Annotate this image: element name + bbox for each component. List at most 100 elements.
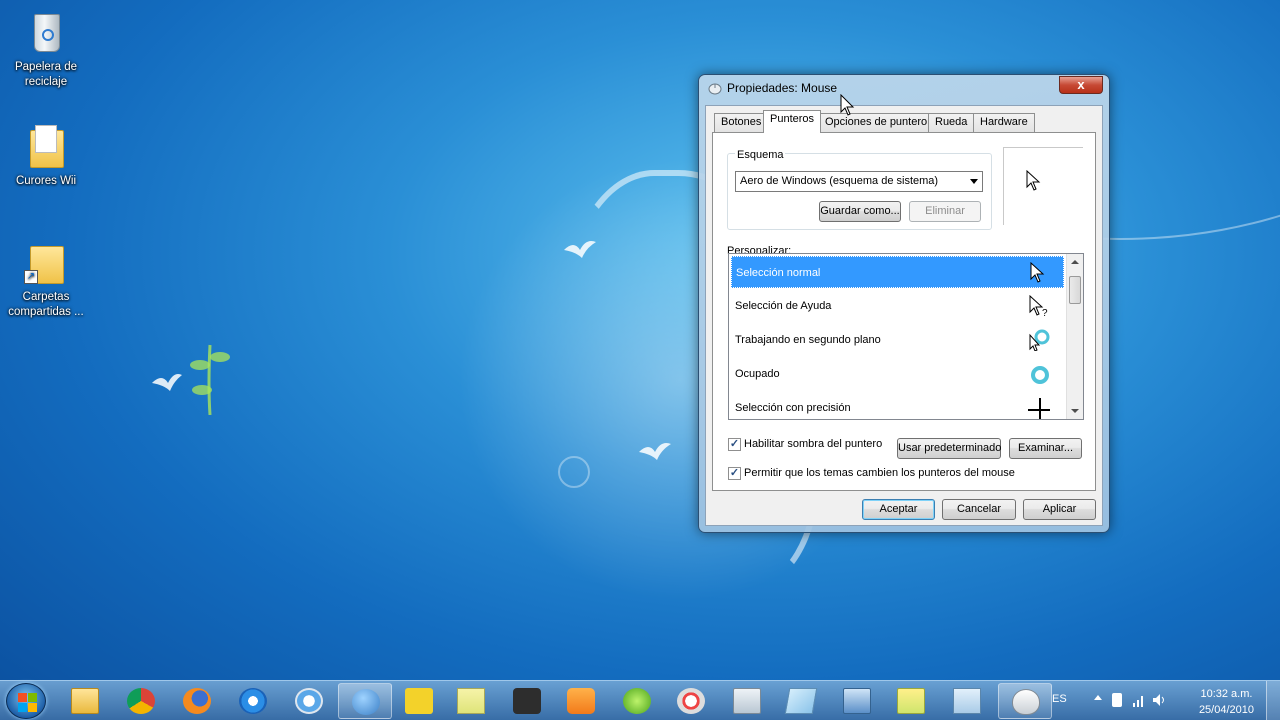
system-tray: ES 10:32 a.m. 25/04/2010: [1050, 681, 1280, 720]
scheme-group-label: Esquema: [735, 149, 786, 161]
safari-icon: [295, 688, 323, 714]
network-icon: [843, 688, 871, 714]
chrome-icon: [127, 688, 155, 714]
tab-label: Botones: [721, 116, 762, 128]
taskbar-item-firefox[interactable]: [170, 683, 224, 719]
taskbar-item-internet-explorer[interactable]: [226, 683, 280, 719]
list-item[interactable]: Trabajando en segundo plano: [731, 324, 1064, 356]
paint-icon: [677, 688, 705, 714]
scroll-down-icon[interactable]: [1071, 409, 1079, 413]
tab-botones[interactable]: Botones: [714, 113, 769, 132]
desktop-icon-label: Papelera de reciclaje: [14, 61, 78, 88]
browse-button[interactable]: Examinar...: [1009, 438, 1082, 459]
tab-label: Rueda: [935, 116, 968, 128]
mouse-pointer-icon: [840, 94, 855, 116]
taskbar-item-network[interactable]: [830, 683, 884, 719]
window-icon: [953, 688, 981, 714]
volume-icon[interactable]: [1152, 693, 1166, 707]
bird-decoration: [564, 241, 596, 258]
folder-icon: [22, 122, 70, 170]
list-item[interactable]: Selección normal: [731, 256, 1064, 288]
punteros-tab-panel: Esquema Aero de Windows (esquema de sist…: [712, 132, 1096, 491]
taskbar-item-media-player[interactable]: [554, 683, 608, 719]
desktop-icon-shared-folders[interactable]: ↗ Carpetas compartidas ...: [4, 238, 88, 320]
delete-button[interactable]: Eliminar: [909, 201, 981, 222]
pointer-list-scrollbar[interactable]: [1066, 254, 1083, 419]
signal-icon[interactable]: [1132, 693, 1146, 707]
taskbar-item-safari[interactable]: [282, 683, 336, 719]
notes-icon: [457, 688, 485, 714]
windows-logo-icon: [18, 693, 38, 713]
pointer-list[interactable]: Selección normal Selección de Ayuda ? Tr…: [728, 253, 1084, 420]
shadow-checkbox[interactable]: ✓: [728, 438, 741, 451]
bird-app-icon: [405, 688, 433, 714]
taskbar-item-calculator[interactable]: [720, 683, 774, 719]
mouse-properties-dialog: Propiedades: Mouse x Botones Punteros Op…: [698, 74, 1110, 533]
shadow-checkbox-label: Habilitar sombra del puntero: [744, 438, 883, 450]
scroll-up-icon[interactable]: [1071, 260, 1079, 264]
list-item[interactable]: Selección de Ayuda ?: [731, 290, 1064, 322]
pointer-label: Trabajando en segundo plano: [735, 334, 881, 346]
taskbar-item-notepad[interactable]: [774, 683, 828, 719]
scheme-dropdown[interactable]: Aero de Windows (esquema de sistema): [735, 171, 983, 192]
pointer-label: Selección normal: [736, 267, 821, 279]
taskbar-item-camcorder[interactable]: [500, 683, 554, 719]
chevron-down-icon: [970, 179, 978, 184]
dialog-client: Botones Punteros Opciones de puntero Rue…: [705, 105, 1103, 526]
taskbar-item-window[interactable]: [940, 683, 994, 719]
show-desktop-button[interactable]: [1266, 681, 1280, 720]
tab-rueda[interactable]: Rueda: [928, 113, 975, 132]
list-item[interactable]: Ocupado: [731, 358, 1064, 390]
taskbar-item-xbox[interactable]: [610, 683, 664, 719]
taskbar-item-chrome[interactable]: [114, 683, 168, 719]
taskbar-item-bird-app[interactable]: [392, 683, 446, 719]
shared-folder-icon: ↗: [22, 238, 70, 286]
power-icon[interactable]: [1112, 693, 1122, 707]
pointer-label: Selección de Ayuda: [735, 300, 832, 312]
apply-button[interactable]: Aplicar: [1023, 499, 1096, 520]
language-indicator[interactable]: ES: [1052, 693, 1067, 705]
close-button[interactable]: x: [1059, 76, 1103, 94]
busy-cursor-icon: [1031, 366, 1049, 384]
taskbar-item-paint[interactable]: [664, 683, 718, 719]
svg-text:?: ?: [1042, 308, 1048, 317]
desktop-icon-recycle-bin[interactable]: Papelera de reciclaje: [4, 8, 88, 90]
tab-hardware[interactable]: Hardware: [973, 113, 1035, 132]
taskbar-item-folder-sync[interactable]: [884, 683, 938, 719]
show-hidden-icons-icon[interactable]: [1094, 695, 1102, 700]
calculator-icon: [733, 688, 761, 714]
internet-explorer-icon: [239, 688, 267, 714]
clock-date: 25/04/2010: [1198, 704, 1254, 716]
taskbar-item-users-control-panel[interactable]: [338, 683, 392, 719]
desktop-icon-curores-wii[interactable]: Curores Wii: [4, 122, 88, 189]
list-item[interactable]: Selección con precisión: [731, 392, 1064, 419]
shortcut-arrow-icon: ↗: [24, 270, 38, 284]
folder-sync-icon: [897, 688, 925, 714]
cancel-button[interactable]: Cancelar: [942, 499, 1016, 520]
themes-checkbox-label: Permitir que los temas cambien los punte…: [744, 467, 1015, 479]
dialog-titlebar[interactable]: Propiedades: Mouse x: [699, 75, 1109, 103]
help-cursor-icon: ?: [1029, 295, 1048, 317]
working-background-cursor-icon: [1029, 329, 1050, 351]
use-default-button[interactable]: Usar predeterminado: [897, 438, 1001, 459]
close-icon: x: [1077, 77, 1085, 92]
ok-button[interactable]: Aceptar: [862, 499, 935, 520]
taskbar-item-notes[interactable]: [444, 683, 498, 719]
arrow-cursor-icon: [1030, 262, 1045, 283]
scrollbar-thumb[interactable]: [1069, 276, 1081, 304]
clock[interactable]: 10:32 a.m. 25/04/2010: [1199, 686, 1254, 718]
themes-checkbox[interactable]: ✓: [728, 467, 741, 480]
save-as-button[interactable]: Guardar como...: [819, 201, 901, 222]
taskbar: ES 10:32 a.m. 25/04/2010: [0, 680, 1280, 720]
plant-decoration: [190, 344, 230, 415]
dialog-title: Propiedades: Mouse: [727, 81, 838, 95]
pointer-preview: [1003, 147, 1083, 225]
taskbar-item-windows-explorer[interactable]: [58, 683, 112, 719]
tab-opciones-de-puntero[interactable]: Opciones de puntero: [818, 113, 935, 132]
taskbar-item-mouse[interactable]: [998, 683, 1052, 719]
camcorder-icon: [513, 688, 541, 714]
notepad-icon: [784, 688, 818, 714]
desktop-icon-label: Carpetas compartidas ...: [8, 291, 84, 318]
tab-punteros[interactable]: Punteros: [763, 110, 822, 133]
start-button[interactable]: [6, 683, 46, 719]
